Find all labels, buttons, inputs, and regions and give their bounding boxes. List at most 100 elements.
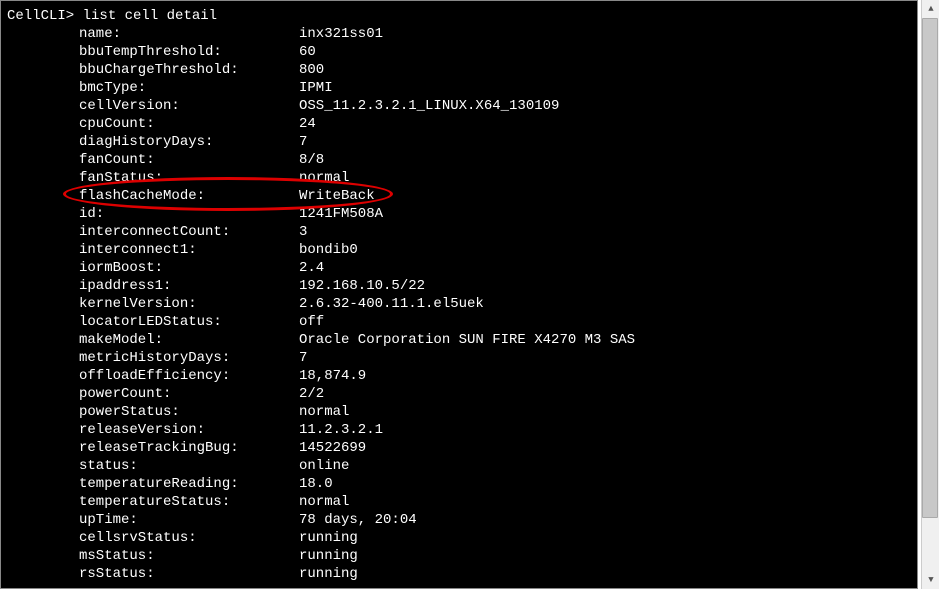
output-key: fanCount: xyxy=(79,151,299,169)
output-row: interconnectCount:3 xyxy=(7,223,917,241)
output-value: 2/2 xyxy=(299,385,324,403)
output-key: flashCacheMode: xyxy=(79,187,299,205)
output-key: msStatus: xyxy=(79,547,299,565)
output-value: running xyxy=(299,529,358,547)
output-row: powerStatus:normal xyxy=(7,403,917,421)
output-key: iormBoost: xyxy=(79,259,299,277)
output-key: cellsrvStatus: xyxy=(79,529,299,547)
output-row: rsStatus:running xyxy=(7,565,917,583)
output-key: ipaddress1: xyxy=(79,277,299,295)
output-row: cellVersion:OSS_11.2.3.2.1_LINUX.X64_130… xyxy=(7,97,917,115)
output-key: status: xyxy=(79,457,299,475)
output-row: releaseTrackingBug:14522699 xyxy=(7,439,917,457)
scrollbar-down-button[interactable]: ▼ xyxy=(922,571,939,589)
output-key: rsStatus: xyxy=(79,565,299,583)
output-key: diagHistoryDays: xyxy=(79,133,299,151)
output-row: name:inx321ss01 xyxy=(7,25,917,43)
output-value: 7 xyxy=(299,133,307,151)
scrollbar[interactable]: ▲ ▼ xyxy=(921,0,939,589)
output-key: powerCount: xyxy=(79,385,299,403)
output-row: flashCacheMode:WriteBack xyxy=(7,187,917,205)
output-key: upTime: xyxy=(79,511,299,529)
output-row: bmcType:IPMI xyxy=(7,79,917,97)
output-rows: name:inx321ss01bbuTempThreshold:60bbuCha… xyxy=(7,25,917,583)
output-row: interconnect1:bondib0 xyxy=(7,241,917,259)
output-row: iormBoost:2.4 xyxy=(7,259,917,277)
output-key: cellVersion: xyxy=(79,97,299,115)
output-key: bbuTempThreshold: xyxy=(79,43,299,61)
output-row: locatorLEDStatus:off xyxy=(7,313,917,331)
output-row: msStatus:running xyxy=(7,547,917,565)
terminal-window[interactable]: CellCLI> list cell detail name:inx321ss0… xyxy=(0,0,918,589)
output-value: running xyxy=(299,565,358,583)
output-value: 2.4 xyxy=(299,259,324,277)
output-key: interconnectCount: xyxy=(79,223,299,241)
output-key: bmcType: xyxy=(79,79,299,97)
output-row: ipaddress1:192.168.10.5/22 xyxy=(7,277,917,295)
output-row: fanCount:8/8 xyxy=(7,151,917,169)
output-value: 11.2.3.2.1 xyxy=(299,421,383,439)
output-value: 2.6.32-400.11.1.el5uek xyxy=(299,295,484,313)
output-value: 7 xyxy=(299,349,307,367)
output-value: 3 xyxy=(299,223,307,241)
output-value: OSS_11.2.3.2.1_LINUX.X64_130109 xyxy=(299,97,559,115)
output-key: locatorLEDStatus: xyxy=(79,313,299,331)
output-value: 18.0 xyxy=(299,475,333,493)
output-row: bbuChargeThreshold:800 xyxy=(7,61,917,79)
output-row: kernelVersion:2.6.32-400.11.1.el5uek xyxy=(7,295,917,313)
output-row: makeModel:Oracle Corporation SUN FIRE X4… xyxy=(7,331,917,349)
scrollbar-up-button[interactable]: ▲ xyxy=(922,0,939,18)
output-row: diagHistoryDays:7 xyxy=(7,133,917,151)
output-row: bbuTempThreshold:60 xyxy=(7,43,917,61)
output-key: releaseVersion: xyxy=(79,421,299,439)
output-key: temperatureReading: xyxy=(79,475,299,493)
output-key: makeModel: xyxy=(79,331,299,349)
output-key: name: xyxy=(79,25,299,43)
output-row: upTime:78 days, 20:04 xyxy=(7,511,917,529)
output-row: id:1241FM508A xyxy=(7,205,917,223)
output-value: WriteBack xyxy=(299,187,375,205)
output-value: 8/8 xyxy=(299,151,324,169)
output-value: normal xyxy=(299,493,349,511)
output-row: temperatureReading:18.0 xyxy=(7,475,917,493)
output-key: releaseTrackingBug: xyxy=(79,439,299,457)
output-key: bbuChargeThreshold: xyxy=(79,61,299,79)
output-key: interconnect1: xyxy=(79,241,299,259)
output-value: off xyxy=(299,313,324,331)
output-value: 1241FM508A xyxy=(299,205,383,223)
output-key: kernelVersion: xyxy=(79,295,299,313)
output-row: cpuCount:24 xyxy=(7,115,917,133)
output-value: running xyxy=(299,547,358,565)
command-text: list cell detail xyxy=(83,7,217,25)
output-value: Oracle Corporation SUN FIRE X4270 M3 SAS xyxy=(299,331,635,349)
output-row: fanStatus:normal xyxy=(7,169,917,187)
output-key: cpuCount: xyxy=(79,115,299,133)
output-value: 24 xyxy=(299,115,316,133)
output-row: status:online xyxy=(7,457,917,475)
output-key: powerStatus: xyxy=(79,403,299,421)
output-row: powerCount:2/2 xyxy=(7,385,917,403)
output-value: 60 xyxy=(299,43,316,61)
output-row: offloadEfficiency:18,874.9 xyxy=(7,367,917,385)
prompt-line: CellCLI> list cell detail xyxy=(7,7,917,25)
output-row: cellsrvStatus:running xyxy=(7,529,917,547)
output-row: temperatureStatus:normal xyxy=(7,493,917,511)
output-value: 192.168.10.5/22 xyxy=(299,277,425,295)
prompt-text: CellCLI> xyxy=(7,7,83,25)
output-value: inx321ss01 xyxy=(299,25,383,43)
output-value: 14522699 xyxy=(299,439,366,457)
output-value: bondib0 xyxy=(299,241,358,259)
output-key: temperatureStatus: xyxy=(79,493,299,511)
output-value: online xyxy=(299,457,349,475)
scrollbar-thumb[interactable] xyxy=(922,18,938,518)
output-row: metricHistoryDays:7 xyxy=(7,349,917,367)
output-value: 800 xyxy=(299,61,324,79)
output-value: 78 days, 20:04 xyxy=(299,511,417,529)
output-key: offloadEfficiency: xyxy=(79,367,299,385)
output-value: 18,874.9 xyxy=(299,367,366,385)
output-row: releaseVersion:11.2.3.2.1 xyxy=(7,421,917,439)
output-value: normal xyxy=(299,169,349,187)
output-value: normal xyxy=(299,403,349,421)
output-value: IPMI xyxy=(299,79,333,97)
output-key: fanStatus: xyxy=(79,169,299,187)
